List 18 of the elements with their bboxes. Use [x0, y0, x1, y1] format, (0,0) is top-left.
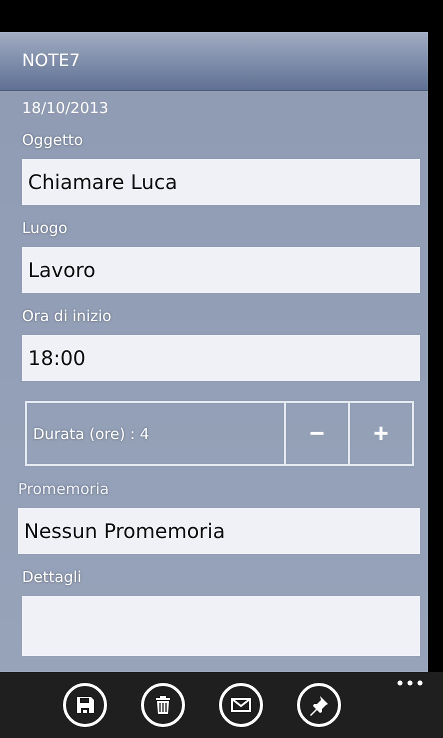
input-field[interactable]: Lavoro — [22, 247, 420, 293]
field-label: Oggetto — [22, 131, 84, 149]
page-title: NOTE7 — [22, 51, 80, 71]
field-label: Promemoria — [18, 480, 110, 498]
field-label: Luogo — [22, 219, 68, 237]
input-field[interactable]: Chiamare Luca — [22, 159, 420, 205]
delete-button[interactable] — [140, 683, 184, 727]
mail-button[interactable] — [218, 683, 262, 727]
pin-button[interactable] — [296, 683, 340, 727]
save-button[interactable] — [62, 683, 106, 727]
input-field[interactable]: 18:00 — [22, 335, 420, 381]
more-icon[interactable] — [397, 680, 423, 686]
pushpin-icon — [308, 694, 330, 716]
duration-label: Durata (ore) : 4 — [32, 424, 150, 444]
field-label: Dettagli — [22, 568, 83, 586]
date-text: 18/10/2013 — [22, 99, 110, 119]
field-label: Ora di inizio — [22, 307, 112, 325]
input-field[interactable] — [22, 596, 420, 656]
